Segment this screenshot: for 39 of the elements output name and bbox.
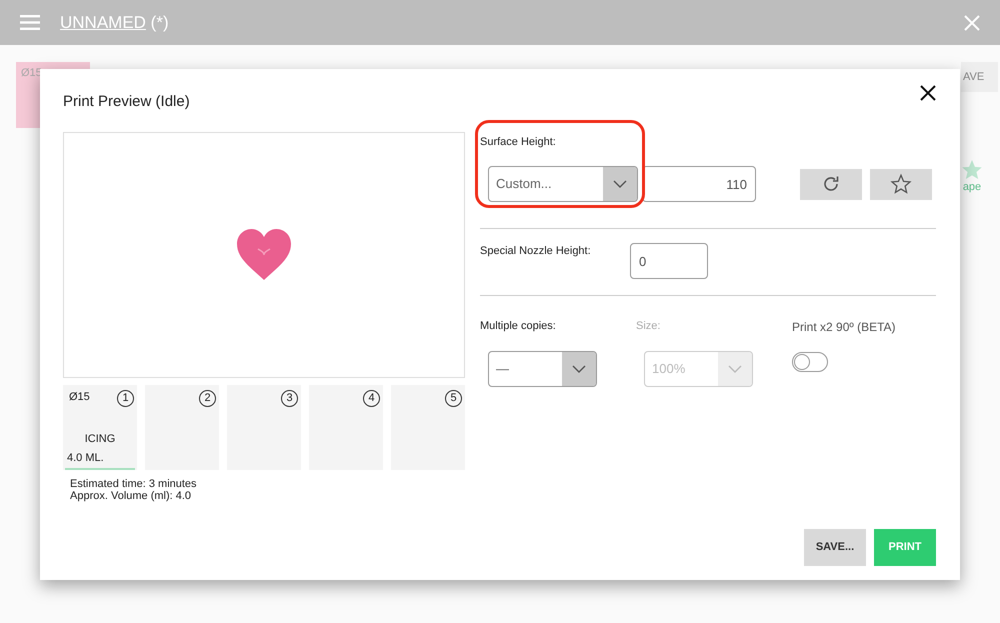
cartridge-slot[interactable]: Ø15 1 ICING 4.0 ML.	[63, 384, 137, 470]
heart-drawing	[236, 228, 292, 280]
favorite-button[interactable]	[870, 168, 932, 200]
volume-underline	[65, 468, 135, 470]
star-icon	[962, 160, 982, 179]
toggle-switch[interactable]	[792, 352, 828, 372]
field-label: Size:	[636, 319, 662, 334]
background-label: ape	[962, 180, 982, 195]
chevron-icon	[572, 364, 586, 372]
copies-dropdown[interactable]: —	[488, 350, 597, 386]
nozzle-height-field[interactable]: 0	[630, 243, 708, 279]
cartridge-slot[interactable]: 3	[227, 384, 301, 470]
slot-number: 3	[281, 390, 298, 406]
nozzle-diameter: Ø15	[69, 390, 90, 402]
document-title: UNNAMED (*)	[60, 12, 169, 34]
material-label: ICING	[84, 432, 116, 446]
estimated-time: Estimated time: 3 minutes	[70, 478, 198, 490]
field-label: Multiple copies:	[480, 319, 557, 334]
star-icon	[890, 173, 912, 195]
slot-number: 1	[117, 390, 134, 406]
cartridge-slot[interactable]: 5	[391, 384, 465, 470]
field-label: Special Nozzle Height:	[480, 244, 592, 259]
close-button[interactable]	[918, 83, 938, 103]
chevron-icon	[613, 180, 627, 188]
refresh-button[interactable]	[800, 168, 862, 200]
cartridge-slot[interactable]: 2	[145, 384, 219, 470]
slot-number: 5	[445, 390, 462, 406]
slot-number: 4	[363, 390, 380, 406]
cartridge-slot[interactable]: 4	[309, 384, 383, 470]
volume-label: 4.0 ML.	[67, 451, 104, 466]
surface-height-field[interactable]: 110	[642, 166, 756, 202]
refresh-icon	[822, 175, 840, 193]
chevron-icon	[728, 364, 742, 372]
slot-number: 2	[199, 390, 216, 406]
surface-height-dropdown[interactable]: Custom...	[488, 166, 638, 202]
field-label: Print x2 90º (BETA)	[792, 319, 896, 336]
save-button[interactable]: SAVE...	[804, 529, 866, 566]
field-label: Surface Height:	[480, 134, 557, 150]
approx-volume: Approx. Volume (ml): 4.0	[70, 490, 192, 502]
